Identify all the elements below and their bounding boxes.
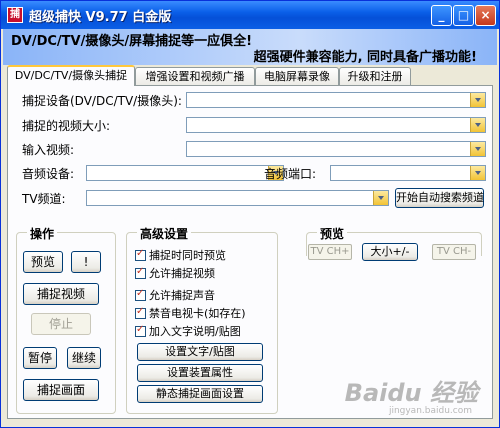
chevron-down-icon[interactable] (470, 118, 485, 132)
banner-line-1: DV/DC/TV/摄像头/屏幕捕捉等一应俱全! (11, 34, 253, 49)
chevron-down-icon[interactable] (470, 142, 485, 156)
option-label: 允许捕捉视频 (149, 267, 215, 280)
checkbox-checked-icon[interactable] (135, 306, 146, 319)
audio-port-select[interactable] (330, 165, 486, 181)
checkbox-checked-icon[interactable] (135, 288, 146, 301)
audio-device-select[interactable] (86, 165, 284, 181)
capture-device-label: 捕捉设备(DV/DC/TV/摄像头): (22, 94, 182, 108)
window-title: 超级捕快 V9.77 白金版 (29, 10, 172, 25)
preview-group-title: 预览 (317, 225, 348, 242)
option-allow-audio[interactable]: 允许捕捉声音 (135, 287, 215, 303)
preview-size-button[interactable]: 大小+/- (362, 243, 418, 261)
chevron-down-icon[interactable] (373, 191, 388, 205)
baidu-watermark: Baidu 经验 (344, 379, 478, 407)
capture-device-select[interactable] (186, 92, 486, 108)
checkbox-checked-icon[interactable] (135, 324, 146, 337)
title-bar[interactable]: 捕 超级捕快 V9.77 白金版 _ □ × (1, 1, 499, 29)
set-text-overlay-button[interactable]: 设置文字/贴图 (137, 343, 263, 361)
tv-channel-down-button[interactable]: TV CH- (432, 244, 476, 260)
still-capture-settings-button[interactable]: 静态捕捉画面设置 (137, 385, 263, 403)
tab-screen-recording[interactable]: 电脑屏幕录像 (255, 67, 339, 85)
option-add-text-overlay[interactable]: 加入文字说明/贴图 (135, 323, 241, 339)
capture-panel: 捕捉设备(DV/DC/TV/摄像头): 捕捉的视频大小: 输入视频: 音频设备:… (7, 85, 493, 419)
chevron-down-icon[interactable] (470, 93, 485, 107)
option-mute-tv-card[interactable]: 禁音电视卡(如存在) (135, 305, 246, 321)
app-window: 捕 超级捕快 V9.77 白金版 _ □ × DV/DC/TV/摄像头/屏幕捕捉… (0, 0, 500, 428)
checkbox-checked-icon[interactable] (135, 248, 146, 261)
info-button[interactable]: ! (71, 251, 101, 273)
watermark-url: jingyan.baidu.com (388, 406, 472, 416)
option-label: 加入文字说明/贴图 (149, 325, 241, 338)
video-size-select[interactable] (186, 117, 486, 133)
tv-channel-select[interactable] (86, 190, 389, 206)
video-input-select[interactable] (186, 141, 486, 157)
capture-video-button[interactable]: 捕捉视频 (23, 283, 99, 305)
option-preview-while-capture[interactable]: 捕捉时同时预览 (135, 247, 226, 263)
device-properties-button[interactable]: 设置装置属性 (137, 364, 263, 382)
auto-search-channels-button[interactable]: 开始自动搜索频道 (395, 188, 484, 208)
capture-frame-button[interactable]: 捕捉画面 (23, 379, 99, 401)
audio-port-label: 音频端口: (264, 167, 317, 181)
preview-button[interactable]: 预览 (23, 251, 63, 273)
option-label: 捕捉时同时预览 (149, 249, 226, 262)
resume-button[interactable]: 继续 (67, 347, 101, 369)
maximize-button[interactable]: □ (453, 5, 474, 26)
chevron-down-icon[interactable] (470, 166, 485, 180)
promo-banner: DV/DC/TV/摄像头/屏幕捕捉等一应俱全! 超强硬件兼容能力, 同时具备广播… (3, 29, 497, 65)
advanced-settings-title: 高级设置 (137, 225, 192, 242)
tab-enhanced-broadcast[interactable]: 增强设置和视频广播 (135, 67, 255, 85)
option-allow-video[interactable]: 允许捕捉视频 (135, 265, 215, 281)
operations-group-title: 操作 (27, 225, 58, 242)
minimize-button[interactable]: _ (431, 5, 452, 26)
tab-capture[interactable]: DV/DC/TV/摄像头捕捉 (7, 65, 135, 86)
tv-channel-label: TV频道: (22, 192, 66, 206)
video-size-label: 捕捉的视频大小: (22, 119, 111, 133)
stop-button[interactable]: 停止 (31, 313, 91, 335)
option-label: 允许捕捉声音 (149, 289, 215, 302)
tv-channel-up-button[interactable]: TV CH+ (308, 244, 352, 260)
advanced-settings-group: 高级设置 捕捉时同时预览 允许捕捉视频 允许捕捉声音 禁音电视卡(如存在) 加入… (126, 225, 278, 414)
option-label: 禁音电视卡(如存在) (149, 307, 246, 320)
banner-line-2: 超强硬件兼容能力, 同时具备广播功能! (253, 50, 477, 65)
video-input-label: 输入视频: (22, 143, 75, 157)
app-logo-icon: 捕 (7, 7, 23, 23)
close-button[interactable]: × (475, 5, 496, 26)
tab-upgrade-register[interactable]: 升级和注册 (339, 67, 411, 85)
checkbox-checked-icon[interactable] (135, 266, 146, 279)
audio-device-label: 音频设备: (22, 167, 75, 181)
operations-group: 操作 预览 ! 捕捉视频 停止 暂停 继续 捕捉画面 (16, 225, 116, 414)
pause-button[interactable]: 暂停 (23, 347, 57, 369)
